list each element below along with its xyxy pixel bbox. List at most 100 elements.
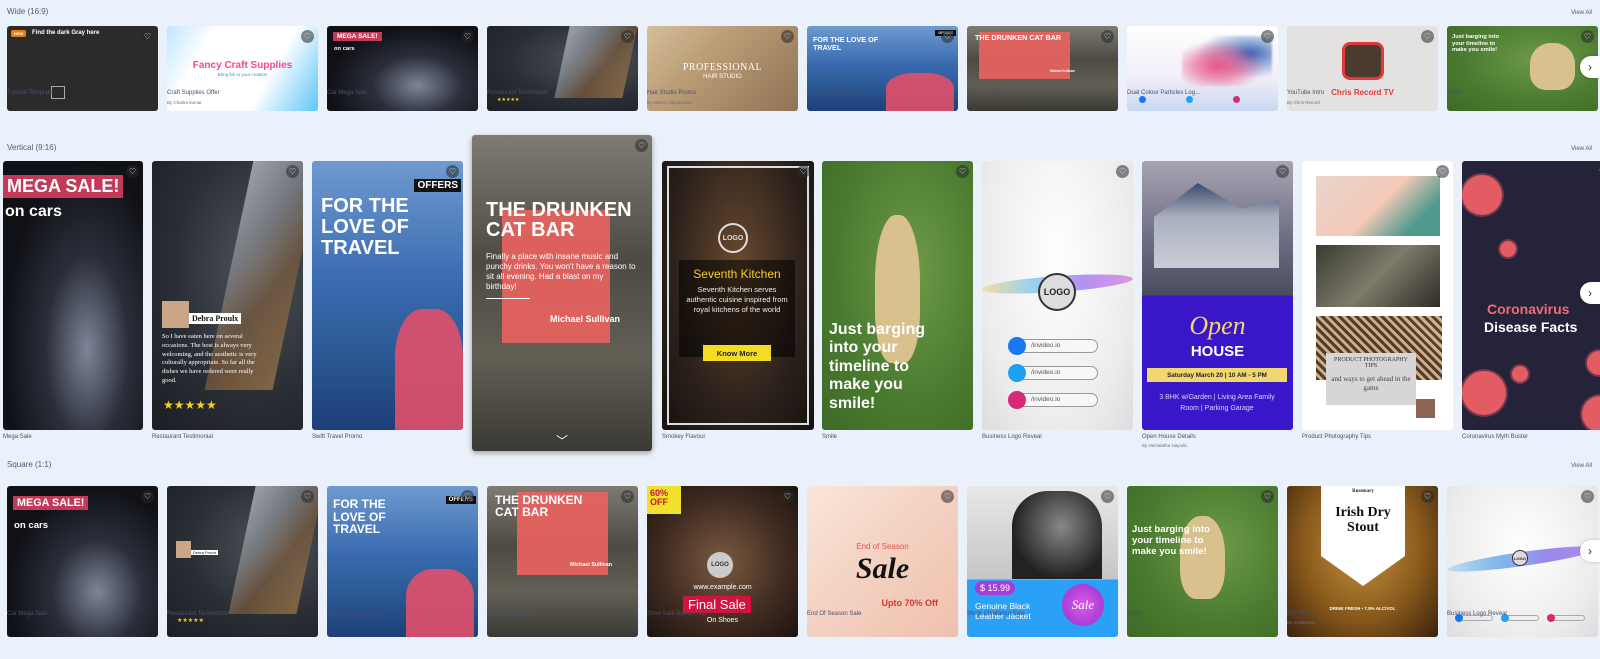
template-name[interactable]: Business Logo Reveal [1447, 611, 1507, 617]
template-name[interactable]: Coronavirus Myth Buster [1462, 434, 1528, 440]
favorite-heart-icon[interactable]: ♡ [1581, 490, 1594, 503]
template-name[interactable]: Restaurant Testimonial [167, 611, 228, 617]
template-thumbnail[interactable]: NEW Find the dark Gray here ♡ [7, 26, 158, 111]
craft-subtitle: Bring life to your creation [217, 72, 268, 77]
template-thumbnail[interactable]: PRODUCT PHOTOGRAPHY TIPS and ways to get … [1302, 161, 1453, 430]
favorite-heart-icon[interactable]: ♡ [1116, 165, 1129, 178]
template-name[interactable]: Smile [1127, 611, 1142, 617]
review-stars: ★★★★★ [497, 97, 520, 103]
template-name[interactable]: Bistro Testimonial [967, 90, 1014, 96]
quote-author: Michael Sullivan [550, 314, 621, 324]
template-name[interactable]: Hair Studio Promo [647, 90, 696, 96]
template-thumbnail[interactable]: ♡ [1127, 26, 1278, 111]
template-name[interactable]: Restaurant Testimonial [487, 90, 548, 96]
template-thumbnail[interactable]: Debra Proulx So I have eaten here on seve… [152, 161, 303, 430]
template-thumbnail[interactable]: LOGO Seventh Kitchen Seventh Kitchen serve… [662, 161, 814, 430]
template-name[interactable]: Swift Travel Promo [312, 434, 362, 440]
favorite-heart-icon[interactable]: ♡ [941, 30, 954, 43]
favorite-heart-icon[interactable]: ♡ [301, 30, 314, 43]
template-author: By Anytimewp [1287, 620, 1316, 625]
next-arrow-button[interactable]: › [1580, 282, 1600, 304]
template-name[interactable]: Stock Clearance Sale [967, 611, 1025, 617]
template-name[interactable]: End Of Season Sale [807, 611, 861, 617]
sale-subline: on cars [334, 46, 355, 52]
template-name[interactable]: Craft Supplies Offer [167, 90, 220, 96]
template-name[interactable]: Restaurant Testimonial [152, 434, 213, 440]
next-arrow-button[interactable]: › [1580, 540, 1600, 562]
template-name[interactable]: Dual Colour Particles Log... [1127, 90, 1200, 96]
template-name[interactable]: Dry Stout [1287, 611, 1312, 617]
template-thumbnail[interactable]: Chris Record TV ♡ [1287, 26, 1438, 111]
favorite-heart-icon[interactable]: ♡ [446, 165, 459, 178]
expand-chevron-icon: ﹀ [555, 434, 569, 448]
favorite-heart-icon[interactable]: ♡ [1421, 30, 1434, 43]
favorite-heart-icon[interactable]: ♡ [1581, 30, 1594, 43]
template-name[interactable]: Open House Details [1142, 434, 1196, 440]
template-thumbnail[interactable]: Fancy Craft Supplies Bring life to your c… [167, 26, 318, 111]
favorite-heart-icon[interactable]: ♡ [1436, 165, 1449, 178]
smile-headline: Just barging into your timeline to make … [829, 321, 926, 412]
favorite-heart-icon[interactable]: ♡ [1101, 30, 1114, 43]
favorite-heart-icon[interactable]: ♡ [1101, 490, 1114, 503]
template-thumbnail[interactable]: ★★★★★ ♡ [487, 26, 638, 111]
favorite-heart-icon[interactable]: ♡ [781, 30, 794, 43]
favorite-heart-icon[interactable]: ♡ [941, 490, 954, 503]
favorite-heart-icon[interactable]: ♡ [1596, 165, 1600, 178]
favorite-heart-icon[interactable]: ♡ [301, 490, 314, 503]
craft-title: Fancy Craft Supplies [192, 60, 293, 71]
template-name[interactable]: Car Mega Sale [7, 611, 47, 617]
favorite-heart-icon[interactable]: ♡ [956, 165, 969, 178]
favorite-heart-icon[interactable]: ♡ [1261, 30, 1274, 43]
template-name[interactable]: Smile [1447, 90, 1462, 96]
favorite-heart-icon[interactable]: ♡ [797, 165, 810, 178]
favorite-heart-icon[interactable]: ♡ [781, 490, 794, 503]
template-name[interactable]: Smokey Flavour [662, 434, 705, 440]
favorite-heart-icon[interactable]: ♡ [461, 490, 474, 503]
template-name[interactable]: Mega Sale [3, 434, 32, 440]
template-thumbnail[interactable]: Just barging into your timeline to make … [822, 161, 973, 430]
favorite-heart-icon[interactable]: ♡ [621, 30, 634, 43]
template-name[interactable]: Tutorial Template [7, 90, 53, 96]
template-thumbnail[interactable]: THE DRUNKEN CAT BAR Finally a place with … [472, 135, 652, 451]
reviewer-name: Debra Proulx [189, 313, 242, 324]
favorite-heart-icon[interactable]: ♡ [1421, 490, 1434, 503]
template-name[interactable]: Smile [822, 434, 837, 440]
template-thumbnail[interactable]: Just barging into your timeline to make … [1127, 486, 1278, 637]
bar-title: THE DRUNKEN CAT BAR [975, 33, 1062, 42]
bar-title: THE DRUNKEN CAT BAR [486, 199, 632, 241]
backpack-figure [406, 569, 474, 637]
template-thumbnail[interactable]: PROFESSIONAL HAIR STUDIO ♡ [647, 26, 798, 111]
template-name[interactable]: Car Mega Sale [327, 90, 367, 96]
template-thumbnail[interactable]: FOR THE LOVE OF TRAVELOFFERS♡ [312, 161, 463, 430]
favorite-heart-icon[interactable]: ♡ [126, 165, 139, 178]
template-name[interactable]: Bistro Testimonial [487, 611, 534, 617]
template-thumbnail[interactable]: MEGA SALE! on cars ♡ [3, 161, 143, 430]
favorite-heart-icon[interactable]: ♡ [635, 139, 648, 152]
favorite-heart-icon[interactable]: ♡ [1261, 490, 1274, 503]
kitchen-desc: Seventh Kitchen serves authentic cuisine… [686, 285, 788, 314]
favorite-heart-icon[interactable]: ♡ [141, 30, 154, 43]
template-name[interactable]: Product Photography Tips [1302, 434, 1371, 440]
favorite-heart-icon[interactable]: ♡ [1276, 165, 1289, 178]
know-more-button[interactable]: Know More [703, 345, 771, 361]
template-name[interactable]: Business Logo Reveal [982, 434, 1042, 440]
particles-cloud [1182, 36, 1272, 86]
favorite-heart-icon[interactable]: ♡ [286, 165, 299, 178]
quote-author: Michael Sullivan [570, 561, 612, 568]
template-thumbnail[interactable]: FOR THE LOVE OF TRAVELOFFERS♡ [807, 26, 958, 111]
template-name[interactable]: YouTube Intro [1287, 90, 1324, 96]
favorite-heart-icon[interactable]: ♡ [141, 490, 154, 503]
template-thumbnail[interactable]: Just barging into your timeline to make … [1447, 26, 1598, 111]
favorite-heart-icon[interactable]: ♡ [461, 30, 474, 43]
template-thumbnail[interactable]: Open HOUSE Saturday March 20 | 10 AM - 5 P… [1142, 161, 1293, 430]
next-arrow-button[interactable]: › [1580, 56, 1600, 78]
virus-icon [1587, 351, 1600, 375]
virus-icon [1462, 175, 1502, 215]
template-name[interactable]: Swift Travel Promo [327, 611, 377, 617]
template-name[interactable]: Shoe Sale Bumper Ad [647, 611, 706, 617]
template-thumbnail[interactable]: MEGA SALE! on cars ♡ [327, 26, 478, 111]
template-thumbnail[interactable]: LOGO/invideo.io/invideo.io/invideo.io ♡ [982, 161, 1133, 430]
favorite-heart-icon[interactable]: ♡ [621, 490, 634, 503]
template-name[interactable]: Swift Travel Promo [807, 90, 857, 96]
template-thumbnail[interactable]: THE DRUNKEN CAT BAR Michael Sullivan ♡ [967, 26, 1118, 111]
